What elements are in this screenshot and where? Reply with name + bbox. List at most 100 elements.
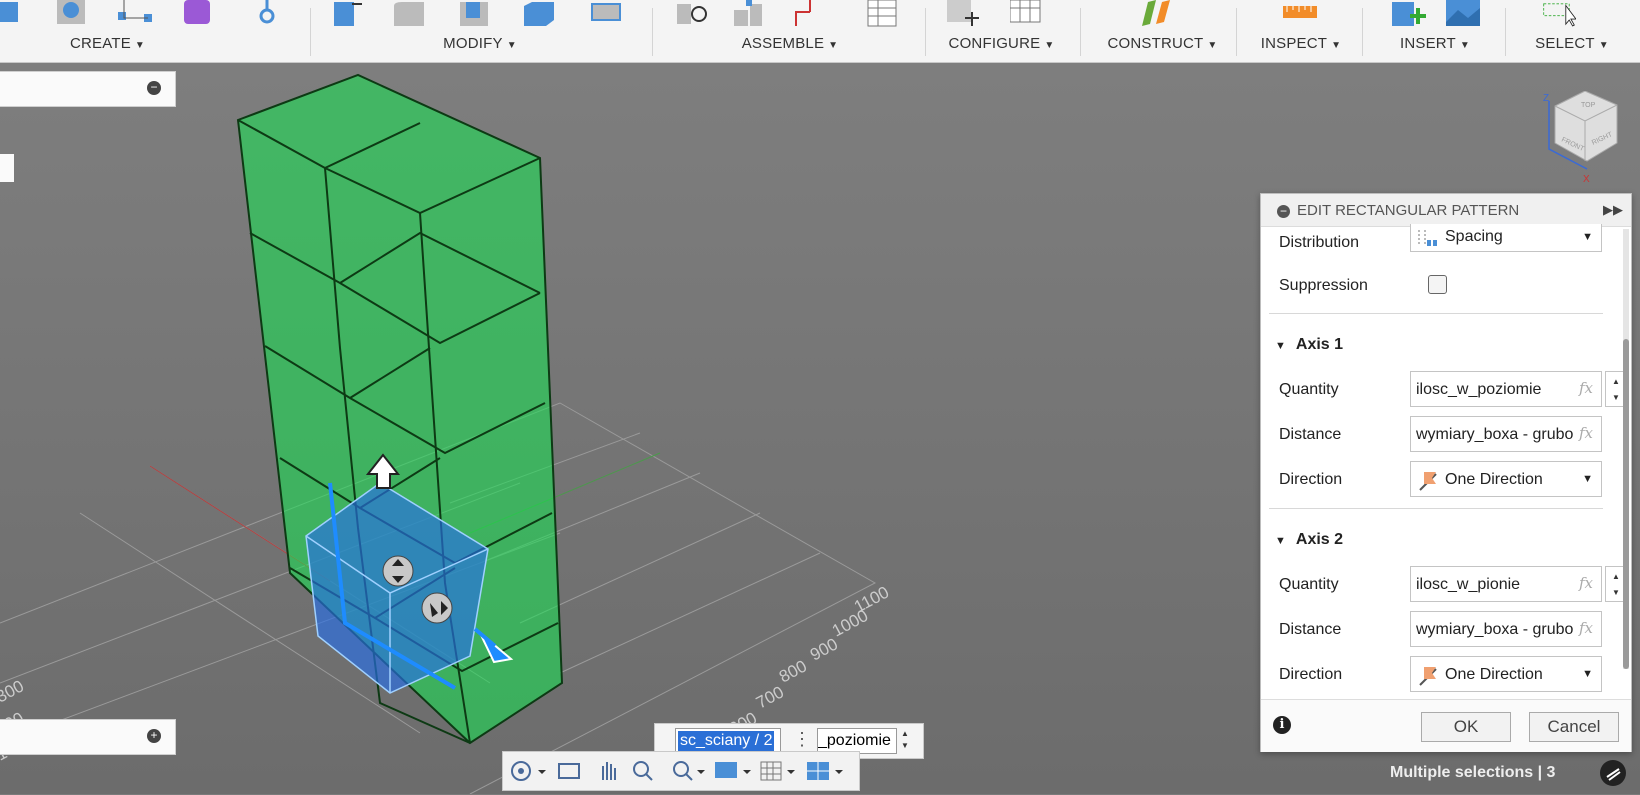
cancel-button[interactable]: Cancel — [1529, 712, 1619, 742]
modify-menu[interactable]: MODIFY ▼ — [330, 35, 630, 52]
insert-canvas-icon[interactable] — [1446, 0, 1480, 28]
joint-origin-icon[interactable] — [794, 0, 828, 28]
selection-status: Multiple selections | 3 — [1390, 764, 1556, 781]
panel-scrollbar[interactable] — [1623, 229, 1629, 669]
chevron-down-icon: ▼ — [1582, 473, 1593, 485]
select-menu[interactable]: SELECT ▼ — [1512, 35, 1632, 52]
more-options-icon[interactable]: ⋮ — [793, 729, 811, 750]
chevron-down-icon: ▼ — [1582, 668, 1593, 680]
grid-label: 700 — [753, 682, 787, 712]
grid-label: 900 — [807, 634, 841, 664]
combine-icon[interactable] — [588, 0, 622, 28]
select-cursor-icon[interactable] — [1542, 0, 1576, 28]
panel-header[interactable]: − EDIT RECTANGULAR PATTERN ▶▶ — [1261, 194, 1631, 227]
navigation-bar — [502, 751, 860, 791]
insert-mcmaster-icon[interactable] — [250, 0, 284, 28]
axis1-direction-row: Direction One Direction ▼ — [1279, 461, 1602, 499]
pan-icon[interactable] — [602, 762, 616, 780]
orbit-icon[interactable] — [511, 761, 546, 781]
select-group[interactable]: SELECT ▼ — [1512, 0, 1632, 62]
fillet-icon[interactable] — [392, 0, 426, 28]
measure-icon[interactable] — [1283, 0, 1317, 28]
distribution-value: Spacing — [1445, 228, 1503, 245]
assemble-menu[interactable]: ASSEMBLE ▼ — [660, 35, 920, 52]
grid-settings-icon[interactable] — [760, 761, 795, 781]
display-settings-icon[interactable] — [715, 762, 751, 778]
axis2-direction-value: One Direction — [1445, 666, 1543, 683]
joint-icon[interactable] — [675, 0, 709, 28]
axis1-direction-value: One Direction — [1445, 471, 1543, 488]
rotate-handle-bottom[interactable] — [421, 592, 453, 624]
suppression-checkbox[interactable] — [1428, 275, 1447, 294]
shell-icon[interactable] — [522, 0, 556, 28]
ok-button[interactable]: OK — [1421, 712, 1511, 742]
fast-forward-icon[interactable]: ▶▶ — [1603, 202, 1623, 218]
create-group[interactable]: CREATE ▼ — [0, 0, 275, 62]
fx-icon[interactable]: fx — [1579, 619, 1593, 637]
view-cube-top-face[interactable]: TOP — [1581, 102, 1596, 109]
modify-group[interactable]: MODIFY ▼ — [330, 0, 630, 62]
axis2-quantity-value: ilosc_w_pionie — [1416, 576, 1521, 593]
fx-icon[interactable]: fx — [1579, 574, 1593, 592]
zoom-window-icon[interactable] — [673, 761, 705, 781]
chamfer-icon[interactable] — [458, 0, 492, 28]
look-at-icon[interactable] — [558, 763, 580, 779]
configure-icon[interactable] — [945, 0, 979, 28]
axis2-section-header[interactable]: ▼ Axis 2 — [1275, 531, 1343, 549]
distribution-label: Distribution — [1279, 234, 1360, 251]
viewports-icon[interactable] — [807, 762, 843, 780]
distribution-select[interactable]: Spacing ▼ — [1410, 224, 1602, 252]
axis2-quantity-input[interactable]: ilosc_w_pionie fx — [1410, 566, 1602, 602]
construct-group[interactable]: CONSTRUCT ▼ — [1090, 0, 1235, 62]
browser-panel-bar[interactable]: − — [0, 71, 176, 107]
inspect-group[interactable]: INSPECT ▼ — [1243, 0, 1359, 62]
fx-icon[interactable]: fx — [1579, 379, 1593, 397]
collapse-panel-icon[interactable]: − — [1277, 205, 1290, 218]
side-tab[interactable] — [0, 154, 14, 182]
axis2-direction-row: Direction One Direction ▼ — [1279, 656, 1602, 694]
as-built-joint-icon[interactable] — [732, 0, 766, 28]
axis2-distance-input[interactable]: wymiary_boxa - grubo fx — [1410, 611, 1602, 647]
info-icon[interactable]: i — [1273, 716, 1291, 734]
expand-icon[interactable]: + — [147, 729, 161, 743]
axis2-quantity-row: Quantity ilosc_w_pionie fx ▲ ▼ — [1279, 566, 1627, 604]
bom-icon[interactable] — [866, 0, 900, 28]
insert-menu[interactable]: INSERT ▼ — [1370, 35, 1500, 52]
fusion-logo-icon[interactable] — [1600, 760, 1626, 786]
axis1-quantity-input[interactable]: ilosc_w_poziomie fx — [1410, 371, 1602, 407]
zoom-icon[interactable] — [633, 761, 653, 781]
axis2-quantity-label: Quantity — [1279, 576, 1339, 593]
revolve-icon[interactable] — [55, 0, 89, 28]
inline-stepper[interactable]: ▲ ▼ — [901, 728, 909, 752]
axis1-quantity-value: ilosc_w_poziomie — [1416, 381, 1542, 398]
axis1-distance-label: Distance — [1279, 426, 1342, 443]
table-config-icon[interactable] — [1010, 0, 1044, 28]
offset-plane-icon[interactable] — [1138, 0, 1172, 28]
fx-icon[interactable]: fx — [1579, 424, 1593, 442]
axis1-distance-row: Distance wymiary_boxa - grubo fx — [1279, 416, 1602, 454]
inspect-menu[interactable]: INSPECT ▼ — [1243, 35, 1359, 52]
axis2-direction-select[interactable]: One Direction ▼ — [1410, 656, 1602, 692]
chevron-down-icon: ▼ — [1582, 231, 1593, 243]
configure-group[interactable]: CONFIGURE ▼ — [930, 0, 1073, 62]
collapse-icon[interactable]: − — [147, 81, 161, 95]
axis1-distance-input[interactable]: wymiary_boxa - grubo fx — [1410, 416, 1602, 452]
toolbar: CREATE▼ MODIFY▼ ASSEMBLE▼ CONFIGURE▼ — [0, 0, 1640, 63]
axis1-direction-select[interactable]: One Direction ▼ — [1410, 461, 1602, 497]
create-menu[interactable]: CREATE ▼ — [0, 35, 215, 52]
comments-panel-bar[interactable]: + — [0, 719, 176, 755]
box-icon[interactable] — [0, 0, 34, 28]
press-pull-icon[interactable] — [330, 0, 364, 28]
assemble-group[interactable]: ASSEMBLE ▼ — [660, 0, 920, 62]
construct-menu[interactable]: CONSTRUCT ▼ — [1090, 35, 1235, 52]
axis1-section-header[interactable]: ▼ Axis 1 — [1275, 336, 1343, 354]
rotate-handle-top[interactable] — [382, 555, 414, 587]
insert-group[interactable]: INSERT ▼ — [1370, 0, 1500, 62]
configure-menu[interactable]: CONFIGURE ▼ — [930, 35, 1073, 52]
sketch-icon[interactable] — [118, 0, 152, 28]
axis2-distance-label: Distance — [1279, 621, 1342, 638]
view-cube-x-label: X — [1583, 174, 1590, 185]
form-icon[interactable] — [180, 0, 214, 28]
insert-derive-icon[interactable] — [1392, 0, 1426, 28]
view-cube[interactable]: Z X TOP FRONT RIGHT — [1535, 91, 1635, 186]
